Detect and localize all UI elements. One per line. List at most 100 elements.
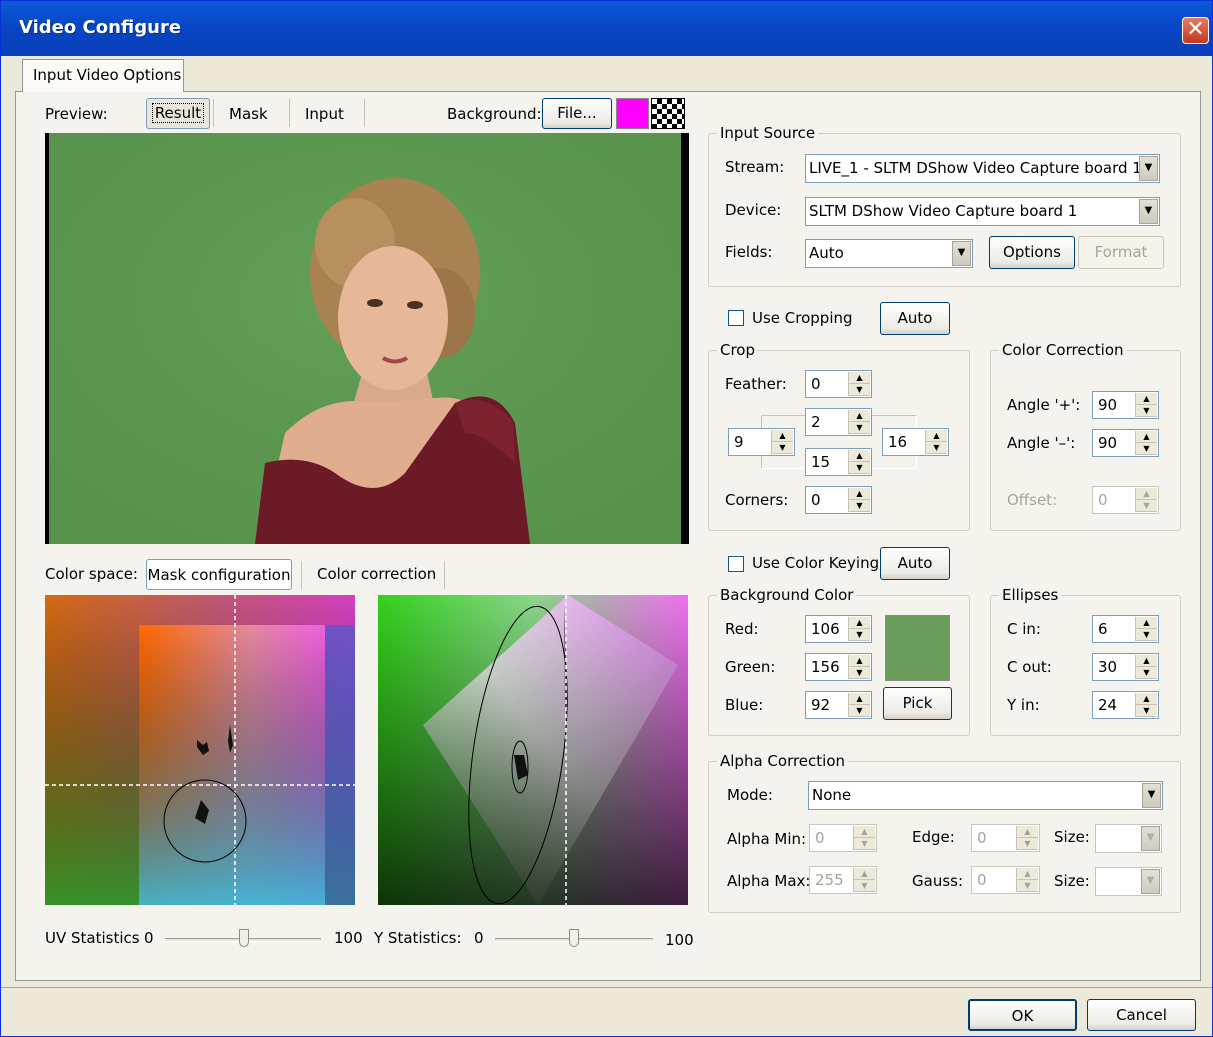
green-value: 156 [811, 658, 840, 676]
preview-result-label: Result [151, 103, 205, 123]
crop-auto-button[interactable]: Auto [880, 302, 950, 335]
spin-buttons[interactable]: ▲ ▼ [1135, 655, 1157, 679]
preview-result-button[interactable]: Result [146, 98, 210, 129]
alpha-max-value: 255 [815, 871, 844, 889]
spin-buttons[interactable]: ▲ ▼ [848, 450, 870, 474]
transparent-background-icon[interactable] [651, 98, 685, 129]
spin-buttons[interactable]: ▲ ▼ [848, 410, 870, 434]
crop-bottom-spinner[interactable]: 15 ▲ ▼ [805, 448, 872, 476]
y-slider-thumb[interactable] [569, 929, 579, 947]
crop-right-spinner[interactable]: 16 ▲ ▼ [882, 428, 949, 456]
angle-minus-spinner[interactable]: 90 ▲ ▼ [1092, 429, 1159, 457]
spin-buttons[interactable]: ▲ ▼ [1016, 868, 1038, 892]
device-label: Device: [725, 201, 782, 219]
mask-configuration-button[interactable]: Mask configuration [146, 559, 292, 590]
gauss-spinner[interactable]: 0 ▲ ▼ [971, 866, 1040, 894]
chevron-down-icon[interactable]: ▼ [1139, 156, 1158, 181]
crop-right-value: 16 [888, 433, 908, 451]
stream-combo[interactable]: LIVE_1 - SLTM DShow Video Capture board … [805, 154, 1160, 183]
tab-input-video-options[interactable]: Input Video Options [22, 59, 184, 92]
cancel-button[interactable]: Cancel [1087, 999, 1196, 1031]
background-label: Background: [447, 105, 542, 123]
pick-button[interactable]: Pick [883, 687, 952, 720]
corners-spinner[interactable]: 0 ▲ ▼ [805, 486, 872, 514]
alpha-min-spinner[interactable]: 0 ▲ ▼ [809, 824, 877, 852]
feather-spinner[interactable]: 0 ▲ ▼ [805, 370, 872, 398]
spin-buttons[interactable]: ▲ ▼ [848, 488, 870, 512]
uv-slider-thumb[interactable] [239, 929, 249, 947]
spin-buttons[interactable]: ▲ ▼ [848, 655, 870, 679]
spin-buttons[interactable]: ▲ ▼ [1135, 431, 1157, 455]
corners-value: 0 [811, 491, 821, 509]
crop-caption: Crop [717, 341, 759, 359]
spin-buttons[interactable]: ▲ ▼ [848, 693, 870, 717]
edge-label: Edge: [912, 828, 955, 846]
red-label: Red: [725, 620, 759, 638]
edge-spinner[interactable]: 0 ▲ ▼ [971, 824, 1040, 852]
spin-buttons[interactable]: ▲ ▼ [853, 868, 875, 892]
c-in-spinner[interactable]: 6 ▲ ▼ [1092, 615, 1159, 643]
device-combo[interactable]: SLTM DShow Video Capture board 1 ▼ [805, 197, 1160, 226]
ellipses-caption: Ellipses [999, 586, 1062, 604]
use-color-keying-label: Use Color Keying [752, 554, 880, 572]
preview-mask-button[interactable]: Mask [229, 105, 268, 123]
blue-value: 92 [811, 696, 831, 714]
green-spinner[interactable]: 156 ▲ ▼ [805, 653, 872, 681]
fields-combo[interactable]: Auto ▼ [805, 239, 973, 268]
spin-buttons[interactable]: ▲ ▼ [1016, 826, 1038, 850]
chevron-down-icon[interactable]: ▼ [1139, 199, 1158, 224]
fields-label: Fields: [725, 243, 773, 261]
edge-size-combo[interactable]: ▼ [1095, 824, 1162, 853]
blue-spinner[interactable]: 92 ▲ ▼ [805, 691, 872, 719]
options-button[interactable]: Options [989, 236, 1075, 269]
spin-buttons[interactable]: ▲ ▼ [1135, 488, 1157, 512]
background-color-swatch[interactable] [616, 98, 649, 129]
offset-spinner[interactable]: 0 ▲ ▼ [1092, 486, 1159, 514]
spin-buttons[interactable]: ▲ ▼ [848, 617, 870, 641]
chevron-down-icon[interactable]: ▼ [1141, 869, 1160, 894]
size2-label: Size: [1054, 872, 1090, 890]
mode-combo[interactable]: None ▼ [808, 781, 1163, 810]
c-out-value: 30 [1098, 658, 1118, 676]
spin-buttons[interactable]: ▲ ▼ [1135, 393, 1157, 417]
chevron-down-icon[interactable]: ▼ [1141, 826, 1160, 851]
gauss-size-combo[interactable]: ▼ [1095, 867, 1162, 896]
crop-left-spinner[interactable]: 9 ▲ ▼ [728, 428, 795, 456]
keying-auto-button[interactable]: Auto [880, 547, 950, 580]
device-value: SLTM DShow Video Capture board 1 [809, 202, 1078, 220]
c-out-spinner[interactable]: 30 ▲ ▼ [1092, 653, 1159, 681]
y-in-spinner[interactable]: 24 ▲ ▼ [1092, 691, 1159, 719]
color-correction-button[interactable]: Color correction [317, 565, 436, 583]
spin-buttons[interactable]: ▲ ▼ [1135, 617, 1157, 641]
use-cropping-checkbox[interactable] [728, 310, 744, 326]
spin-buttons[interactable]: ▲ ▼ [925, 430, 947, 454]
format-button[interactable]: Format [1078, 236, 1164, 269]
use-cropping-label: Use Cropping [752, 309, 853, 327]
crop-top-spinner[interactable]: 2 ▲ ▼ [805, 408, 872, 436]
spin-buttons[interactable]: ▲ ▼ [848, 372, 870, 396]
separator [213, 99, 214, 127]
close-icon[interactable]: ✕ [1182, 17, 1209, 44]
separator [301, 561, 302, 589]
use-color-keying-checkbox[interactable] [728, 556, 744, 572]
spin-buttons[interactable]: ▲ ▼ [1135, 693, 1157, 717]
ok-button[interactable]: OK [968, 999, 1077, 1031]
background-color-preview[interactable] [885, 615, 950, 681]
title-bar[interactable]: Video Configure ✕ [1, 1, 1212, 56]
chevron-down-icon[interactable]: ▼ [952, 241, 971, 266]
chevron-down-icon[interactable]: ▼ [1142, 783, 1161, 808]
preview-input-button[interactable]: Input [305, 105, 344, 123]
angle-plus-value: 90 [1098, 396, 1118, 414]
corners-label: Corners: [725, 491, 789, 509]
spin-buttons[interactable]: ▲ ▼ [771, 430, 793, 454]
angle-plus-spinner[interactable]: 90 ▲ ▼ [1092, 391, 1159, 419]
footer-divider [1, 987, 1212, 988]
crop-top-value: 2 [811, 413, 821, 431]
spin-buttons[interactable]: ▲ ▼ [853, 826, 875, 850]
offset-label: Offset: [1007, 491, 1058, 509]
red-spinner[interactable]: 106 ▲ ▼ [805, 615, 872, 643]
y-in-label: Y in: [1007, 696, 1040, 714]
background-file-button[interactable]: File... [542, 98, 612, 129]
feather-label: Feather: [725, 375, 787, 393]
alpha-max-spinner[interactable]: 255 ▲ ▼ [809, 866, 877, 894]
